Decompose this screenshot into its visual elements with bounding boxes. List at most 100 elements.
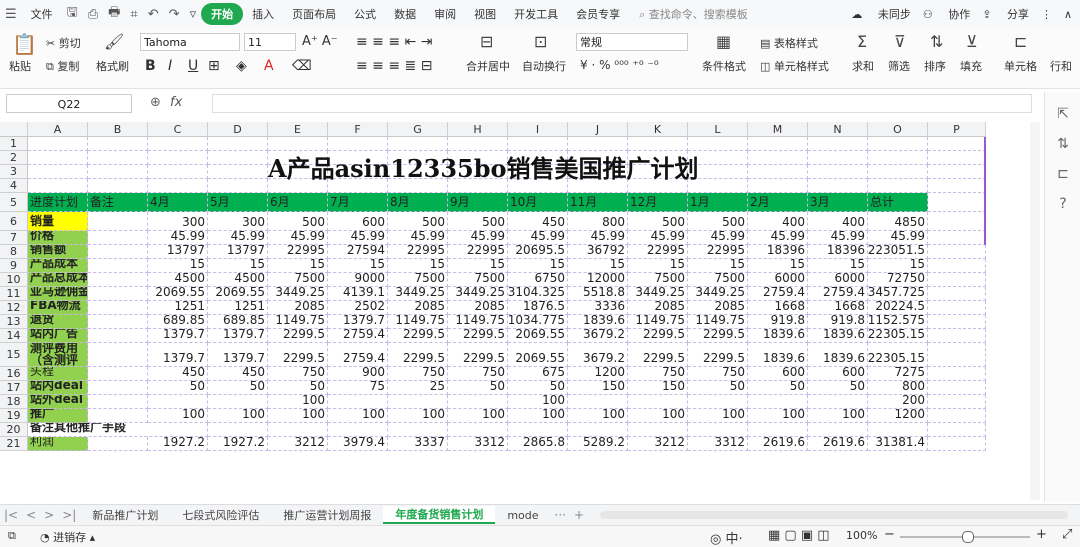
property-icon[interactable]: ⇅ xyxy=(1045,136,1080,152)
value-cell[interactable]: 15 xyxy=(688,259,748,273)
row-label[interactable]: 销售额 xyxy=(28,245,88,259)
copy-button[interactable]: ⧉ 复制 xyxy=(46,58,79,74)
column-header[interactable]: N xyxy=(808,122,868,137)
row-header[interactable]: 14 xyxy=(0,329,28,343)
value-cell[interactable]: 15 xyxy=(448,259,508,273)
empty-cell[interactable] xyxy=(808,137,868,151)
format-brush-icon[interactable]: 🖌 xyxy=(104,32,124,51)
value-cell[interactable]: 2619.6 xyxy=(748,437,808,451)
merge-icon[interactable]: ⊟ xyxy=(480,32,493,51)
value-cell[interactable]: 2865.8 xyxy=(508,437,568,451)
value-cell[interactable]: 100 xyxy=(688,409,748,423)
value-cell[interactable]: 1379.7 xyxy=(148,343,208,367)
value-cell[interactable] xyxy=(628,395,688,409)
value-cell[interactable]: 800 xyxy=(568,212,628,231)
empty-cell[interactable] xyxy=(928,245,986,259)
last-sheet-icon[interactable]: >| xyxy=(58,508,80,522)
zoom-in-icon[interactable]: + xyxy=(1036,527,1047,542)
header-month[interactable]: 6月 xyxy=(268,193,328,212)
value-cell[interactable]: 2299.5 xyxy=(688,343,748,367)
value-cell[interactable]: 150 xyxy=(568,381,628,395)
empty-cell[interactable] xyxy=(208,165,268,179)
value-cell[interactable]: 919.8 xyxy=(748,315,808,329)
collab-button[interactable]: ⚇ 协作 xyxy=(923,6,970,22)
value-cell[interactable]: 15 xyxy=(328,259,388,273)
value-cell[interactable]: 13797 xyxy=(148,245,208,259)
value-cell[interactable]: 2759.4 xyxy=(748,287,808,301)
sum-button[interactable]: 求和 xyxy=(852,58,874,74)
value-cell[interactable]: 750 xyxy=(448,367,508,381)
fill-icon[interactable]: ⊻ xyxy=(966,32,978,51)
value-cell[interactable]: 2299.5 xyxy=(268,329,328,343)
value-cell[interactable]: 100 xyxy=(208,409,268,423)
empty-cell[interactable] xyxy=(928,381,986,395)
value-cell[interactable]: 7500 xyxy=(688,273,748,287)
value-cell[interactable]: 100 xyxy=(268,395,328,409)
column-header[interactable]: F xyxy=(328,122,388,137)
value-cell[interactable]: 2299.5 xyxy=(448,343,508,367)
empty-cell[interactable] xyxy=(148,151,208,165)
value-cell[interactable]: 18396 xyxy=(748,245,808,259)
value-cell[interactable]: 45.99 xyxy=(748,231,808,245)
empty-cell[interactable] xyxy=(28,179,88,193)
spreadsheet-grid[interactable]: A B C D E F G H I J K L M N O P 1 2 3 4 5 6 7 8 9 10 11 12 13 14 15 16 1… xyxy=(0,122,1040,500)
value-cell[interactable]: 900 xyxy=(328,367,388,381)
value-cell[interactable]: 45.99 xyxy=(208,231,268,245)
sheet-tab[interactable]: 七段式风险评估 xyxy=(170,507,271,523)
header-month[interactable]: 7月 xyxy=(328,193,388,212)
empty-cell[interactable] xyxy=(868,165,928,179)
value-cell[interactable]: 4500 xyxy=(208,273,268,287)
row-header[interactable]: 10 xyxy=(0,273,28,287)
zoom-level[interactable]: 100% xyxy=(846,529,877,542)
header-month[interactable]: 11月 xyxy=(568,193,628,212)
value-cell[interactable]: 45.99 xyxy=(628,231,688,245)
value-cell[interactable] xyxy=(328,395,388,409)
value-cell[interactable]: 22995 xyxy=(628,245,688,259)
row-label[interactable]: 产品成本 xyxy=(28,259,88,273)
value-cell[interactable]: 45.99 xyxy=(328,231,388,245)
empty-cell[interactable] xyxy=(88,273,148,287)
value-cell[interactable]: 36792 xyxy=(568,245,628,259)
cell-icon[interactable]: ⊏ xyxy=(1014,32,1027,51)
row-label-profit[interactable]: 利润 xyxy=(28,437,88,451)
value-cell[interactable]: 100 xyxy=(808,409,868,423)
value-cell[interactable]: 7500 xyxy=(448,273,508,287)
value-cell[interactable]: 3449.25 xyxy=(388,287,448,301)
tab-formula[interactable]: 公式 xyxy=(345,6,385,22)
value-cell[interactable]: 5289.2 xyxy=(568,437,628,451)
value-cell[interactable]: 1379.7 xyxy=(148,329,208,343)
command-search[interactable]: ⌕ 查找命令、搜索模板 xyxy=(639,6,748,22)
empty-cell[interactable] xyxy=(748,165,808,179)
header-month[interactable]: 1月 xyxy=(688,193,748,212)
value-cell[interactable]: 2299.5 xyxy=(628,343,688,367)
column-header[interactable]: M xyxy=(748,122,808,137)
paste-button[interactable]: 粘贴 xyxy=(9,58,31,74)
row-label[interactable]: 价格 xyxy=(28,231,88,245)
row-label-head-trip[interactable]: 头程 xyxy=(28,367,88,381)
empty-cell[interactable] xyxy=(88,212,148,231)
column-header[interactable]: K xyxy=(628,122,688,137)
empty-cell[interactable] xyxy=(928,137,986,151)
column-header[interactable]: P xyxy=(928,122,986,137)
font-grow-icon[interactable]: A⁺ A⁻ xyxy=(302,34,338,49)
value-cell[interactable]: 300 xyxy=(148,212,208,231)
empty-cell[interactable] xyxy=(88,137,148,151)
column-header[interactable]: G xyxy=(388,122,448,137)
value-cell[interactable]: 7500 xyxy=(628,273,688,287)
empty-cell[interactable] xyxy=(928,193,986,212)
empty-cell[interactable] xyxy=(928,212,986,231)
empty-cell[interactable] xyxy=(748,151,808,165)
rowcol-button[interactable]: 行和 xyxy=(1050,58,1072,74)
empty-cell[interactable] xyxy=(748,179,808,193)
value-cell[interactable]: 45.99 xyxy=(268,231,328,245)
value-cell[interactable]: 50 xyxy=(268,381,328,395)
empty-cell[interactable] xyxy=(88,315,148,329)
value-cell[interactable]: 15 xyxy=(748,259,808,273)
empty-cell[interactable] xyxy=(928,231,986,245)
value-cell[interactable] xyxy=(748,395,808,409)
sort-icon[interactable]: ⇅ xyxy=(930,32,943,51)
sheet-tab[interactable]: 新品推广计划 xyxy=(80,507,170,523)
macro-icon[interactable]: ⧉ xyxy=(8,529,16,543)
header-month[interactable]: 2月 xyxy=(748,193,808,212)
value-cell[interactable]: 600 xyxy=(808,367,868,381)
